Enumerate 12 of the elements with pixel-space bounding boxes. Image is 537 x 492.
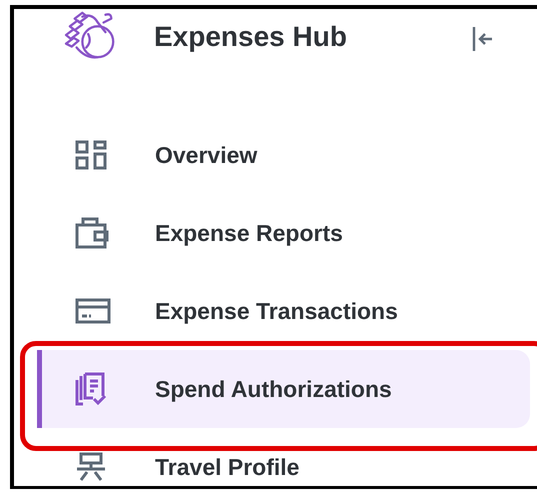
- network-icon: [75, 452, 107, 482]
- app-title: Expenses Hub: [154, 21, 347, 53]
- nav-item[interactable]: Travel Profile: [37, 428, 530, 492]
- nav-item[interactable]: Overview: [37, 116, 530, 194]
- dashboard-icon: [75, 140, 107, 170]
- nav-item[interactable]: Expense Reports: [37, 194, 530, 272]
- nav-item[interactable]: Spend Authorizations: [37, 350, 530, 428]
- credit-card-icon: [75, 298, 111, 324]
- document-check-icon: [75, 372, 107, 406]
- collapse-sidebar-icon[interactable]: [471, 26, 495, 52]
- wallet-icon: [75, 217, 109, 249]
- nav-item[interactable]: Expense Transactions: [37, 272, 530, 350]
